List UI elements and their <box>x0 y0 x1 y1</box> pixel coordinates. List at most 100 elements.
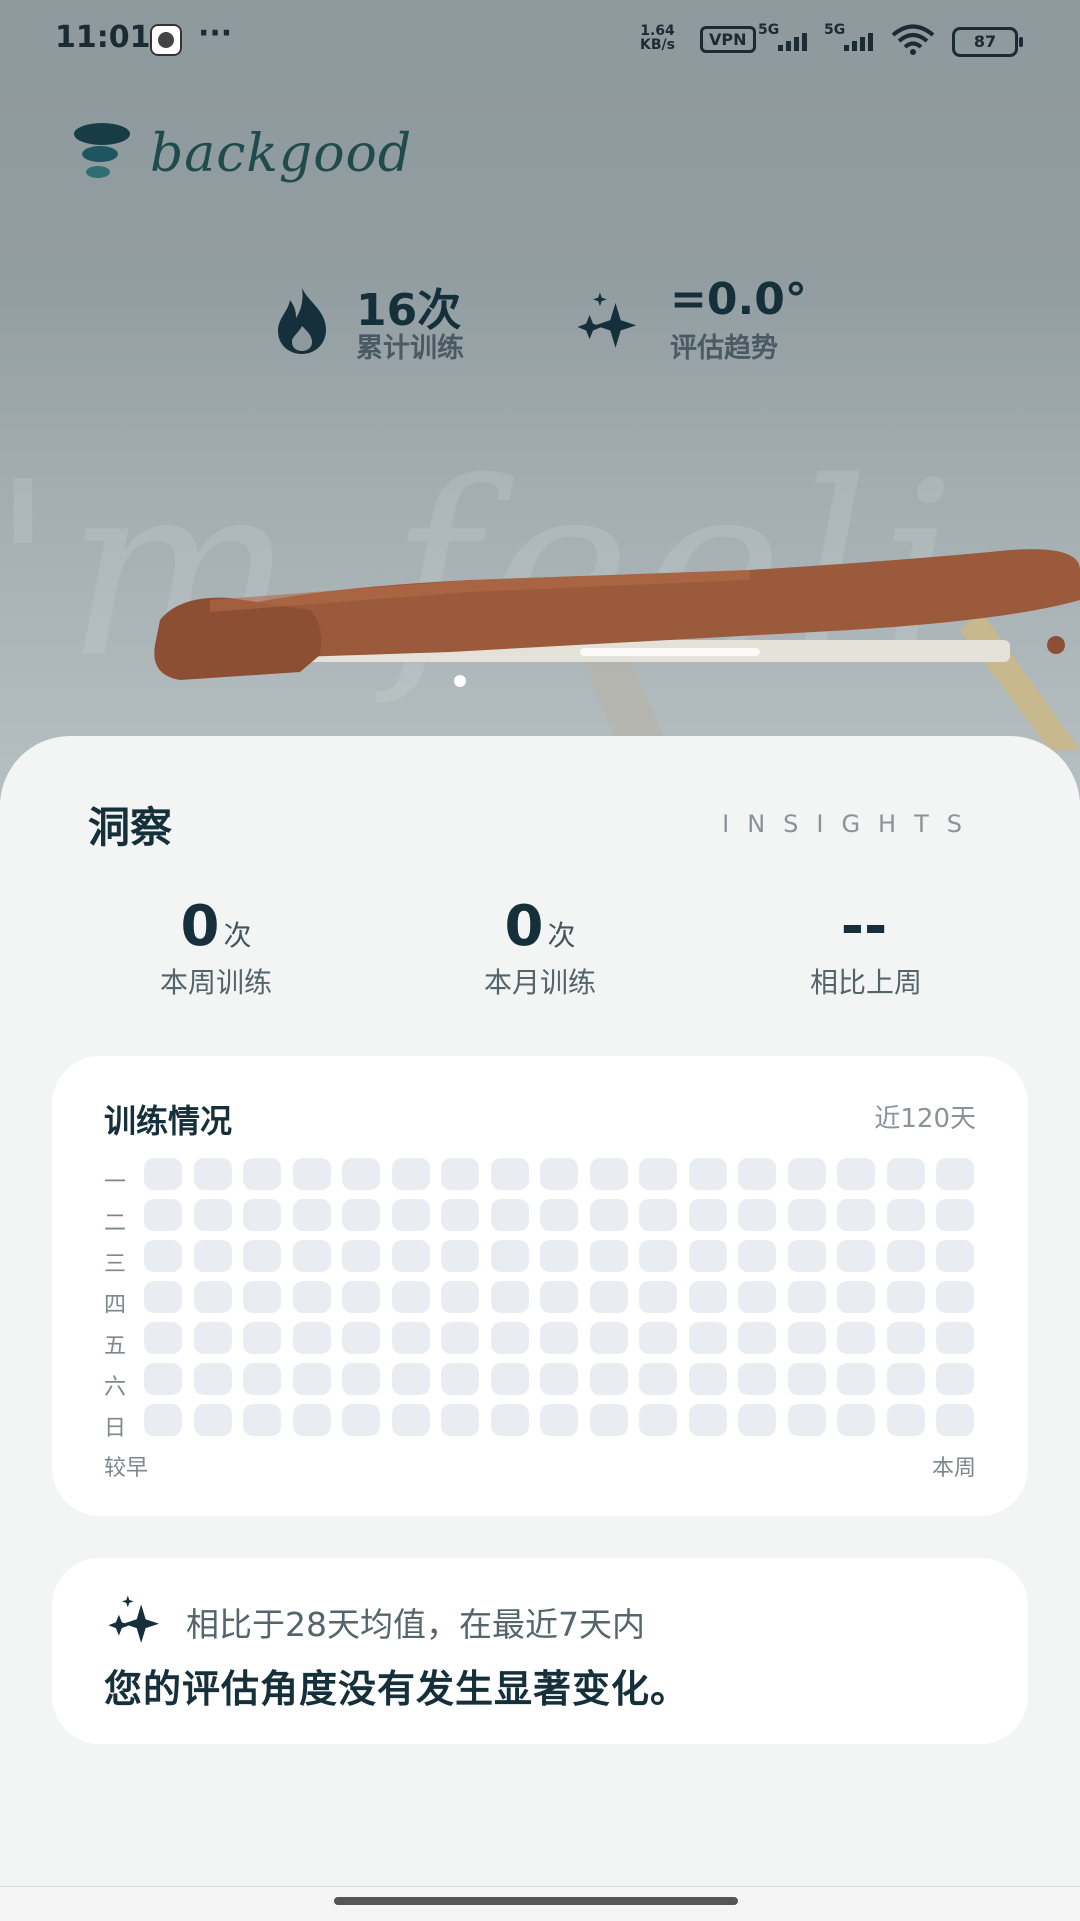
signal-icon-sim2: 5G <box>824 22 884 52</box>
heatmap-cell <box>490 1404 529 1436</box>
heatmap-day-label: 日 <box>104 1416 127 1441</box>
brand-name: backgood <box>150 124 413 184</box>
heatmap-cell <box>589 1322 628 1354</box>
heatmap-day-label: 四 <box>104 1293 127 1318</box>
heatmap-cell <box>936 1281 974 1313</box>
signal-icon-sim1: 5G <box>758 22 818 52</box>
heatmap-cell <box>738 1363 776 1395</box>
metric-vs-last-week-value: -- <box>840 894 888 959</box>
metric-month-training: 0次 本月训练 <box>400 894 680 1001</box>
heatmap-cell <box>936 1158 974 1190</box>
heatmap-cell <box>639 1199 677 1231</box>
heatmap-cell <box>490 1322 529 1354</box>
heatmap-cell <box>688 1199 727 1231</box>
insight-summary-card[interactable]: 相比于28天均值，在最近7天内 您的评估角度没有发生显著变化。 <box>52 1558 1028 1744</box>
heatmap-cell <box>886 1199 925 1231</box>
heatmap-cell <box>441 1240 479 1272</box>
total-training-label: 累计训练 <box>356 333 464 364</box>
heatmap-day-label: 五 <box>104 1334 127 1359</box>
heatmap-cell <box>243 1404 281 1436</box>
heatmap-cell <box>193 1199 232 1231</box>
heatmap-cell <box>787 1404 826 1436</box>
heatmap-cell <box>193 1404 232 1436</box>
heatmap-cell <box>589 1199 628 1231</box>
more-notifications-icon: ··· <box>198 16 233 51</box>
battery-indicator: 87 <box>952 27 1023 57</box>
heatmap-cell <box>886 1404 925 1436</box>
heatmap-cell <box>837 1363 875 1395</box>
heatmap-day-label: 二 <box>104 1211 127 1236</box>
brand-mark-icon <box>74 123 130 178</box>
heatmap-cell <box>787 1363 826 1395</box>
status-time: 11:01 <box>55 20 151 55</box>
heatmap-cell <box>243 1199 281 1231</box>
home-indicator[interactable] <box>334 1897 738 1905</box>
heatmap-cell <box>837 1322 875 1354</box>
heatmap-cell <box>144 1404 182 1436</box>
heatmap-cell <box>490 1281 529 1313</box>
heatmap-cell <box>639 1363 677 1395</box>
heatmap-cell <box>639 1281 677 1313</box>
heatmap-cell <box>292 1363 331 1395</box>
heatmap-cell <box>837 1240 875 1272</box>
heatmap-cell <box>787 1240 826 1272</box>
trend-value: =0.0° <box>670 274 807 325</box>
heatmap-cell <box>441 1199 479 1231</box>
heatmap-cell <box>540 1199 578 1231</box>
status-bar: 11:01 ··· 1.64 KB/s VPN 5G 5G 87 <box>0 0 1080 80</box>
heatmap-cell <box>787 1281 826 1313</box>
heatmap-cell <box>292 1322 331 1354</box>
heatmap-cell <box>441 1281 479 1313</box>
heatmap-cell <box>490 1363 529 1395</box>
metric-week-label: 本周训练 <box>159 966 272 999</box>
heatmap-cell <box>144 1281 182 1313</box>
heatmap-cell <box>886 1158 925 1190</box>
metric-vs-last-week: -- 相比上周 <box>726 894 1006 1001</box>
vpn-badge: VPN <box>700 26 756 53</box>
sparkle-icon <box>108 1595 159 1644</box>
heatmap-cell <box>342 1404 380 1436</box>
heatmap-cell <box>688 1281 727 1313</box>
heatmap-cell <box>391 1322 430 1354</box>
heatmap-cell <box>490 1158 529 1190</box>
heatmap-cell <box>738 1281 776 1313</box>
clock-app-icon <box>150 24 182 56</box>
heatmap-cell <box>688 1322 727 1354</box>
heatmap-cell <box>688 1363 727 1395</box>
heatmap-cell <box>886 1240 925 1272</box>
heatmap-cell <box>292 1199 331 1231</box>
heatmap-cell <box>391 1158 430 1190</box>
heatmap-cell <box>144 1158 182 1190</box>
sim1-label: 5G <box>758 22 780 38</box>
heatmap-day-label: 六 <box>104 1375 127 1400</box>
heatmap-cell <box>193 1281 232 1313</box>
heatmap-cell <box>936 1199 974 1231</box>
heatmap-cell <box>589 1240 628 1272</box>
heatmap-cell <box>490 1240 529 1272</box>
insights-subtitle: INSIGHTS <box>722 810 980 838</box>
metric-month-value: 0 <box>504 894 544 959</box>
heatmap-day-label: 三 <box>104 1252 127 1277</box>
heatmap-cell <box>837 1281 875 1313</box>
heatmap-cell <box>589 1363 628 1395</box>
heatmap-cell <box>342 1363 380 1395</box>
heatmap-cell <box>540 1158 578 1190</box>
heatmap-cell <box>144 1240 182 1272</box>
wifi-icon <box>891 24 935 55</box>
heatmap-cell <box>738 1322 776 1354</box>
heatmap-cell <box>490 1199 529 1231</box>
heatmap-cell <box>540 1281 578 1313</box>
network-speed: 1.64 KB/s <box>640 24 675 52</box>
training-heatmap-card[interactable]: 训练情况 近120天 一二三四五六日 较早 本周 <box>52 1056 1028 1516</box>
heatmap-cell <box>193 1240 232 1272</box>
heatmap-footer-this-week: 本周 <box>931 1456 976 1481</box>
heatmap-cell <box>292 1240 331 1272</box>
heatmap-cell <box>738 1404 776 1436</box>
summary-context-text: 相比于28天均值，在最近7天内 <box>186 1605 645 1644</box>
heatmap-cell <box>441 1363 479 1395</box>
heatmap-cell <box>243 1322 281 1354</box>
heatmap-cell <box>342 1322 380 1354</box>
heatmap-cell <box>391 1404 430 1436</box>
heatmap-cell <box>243 1363 281 1395</box>
heatmap-cell <box>144 1322 182 1354</box>
